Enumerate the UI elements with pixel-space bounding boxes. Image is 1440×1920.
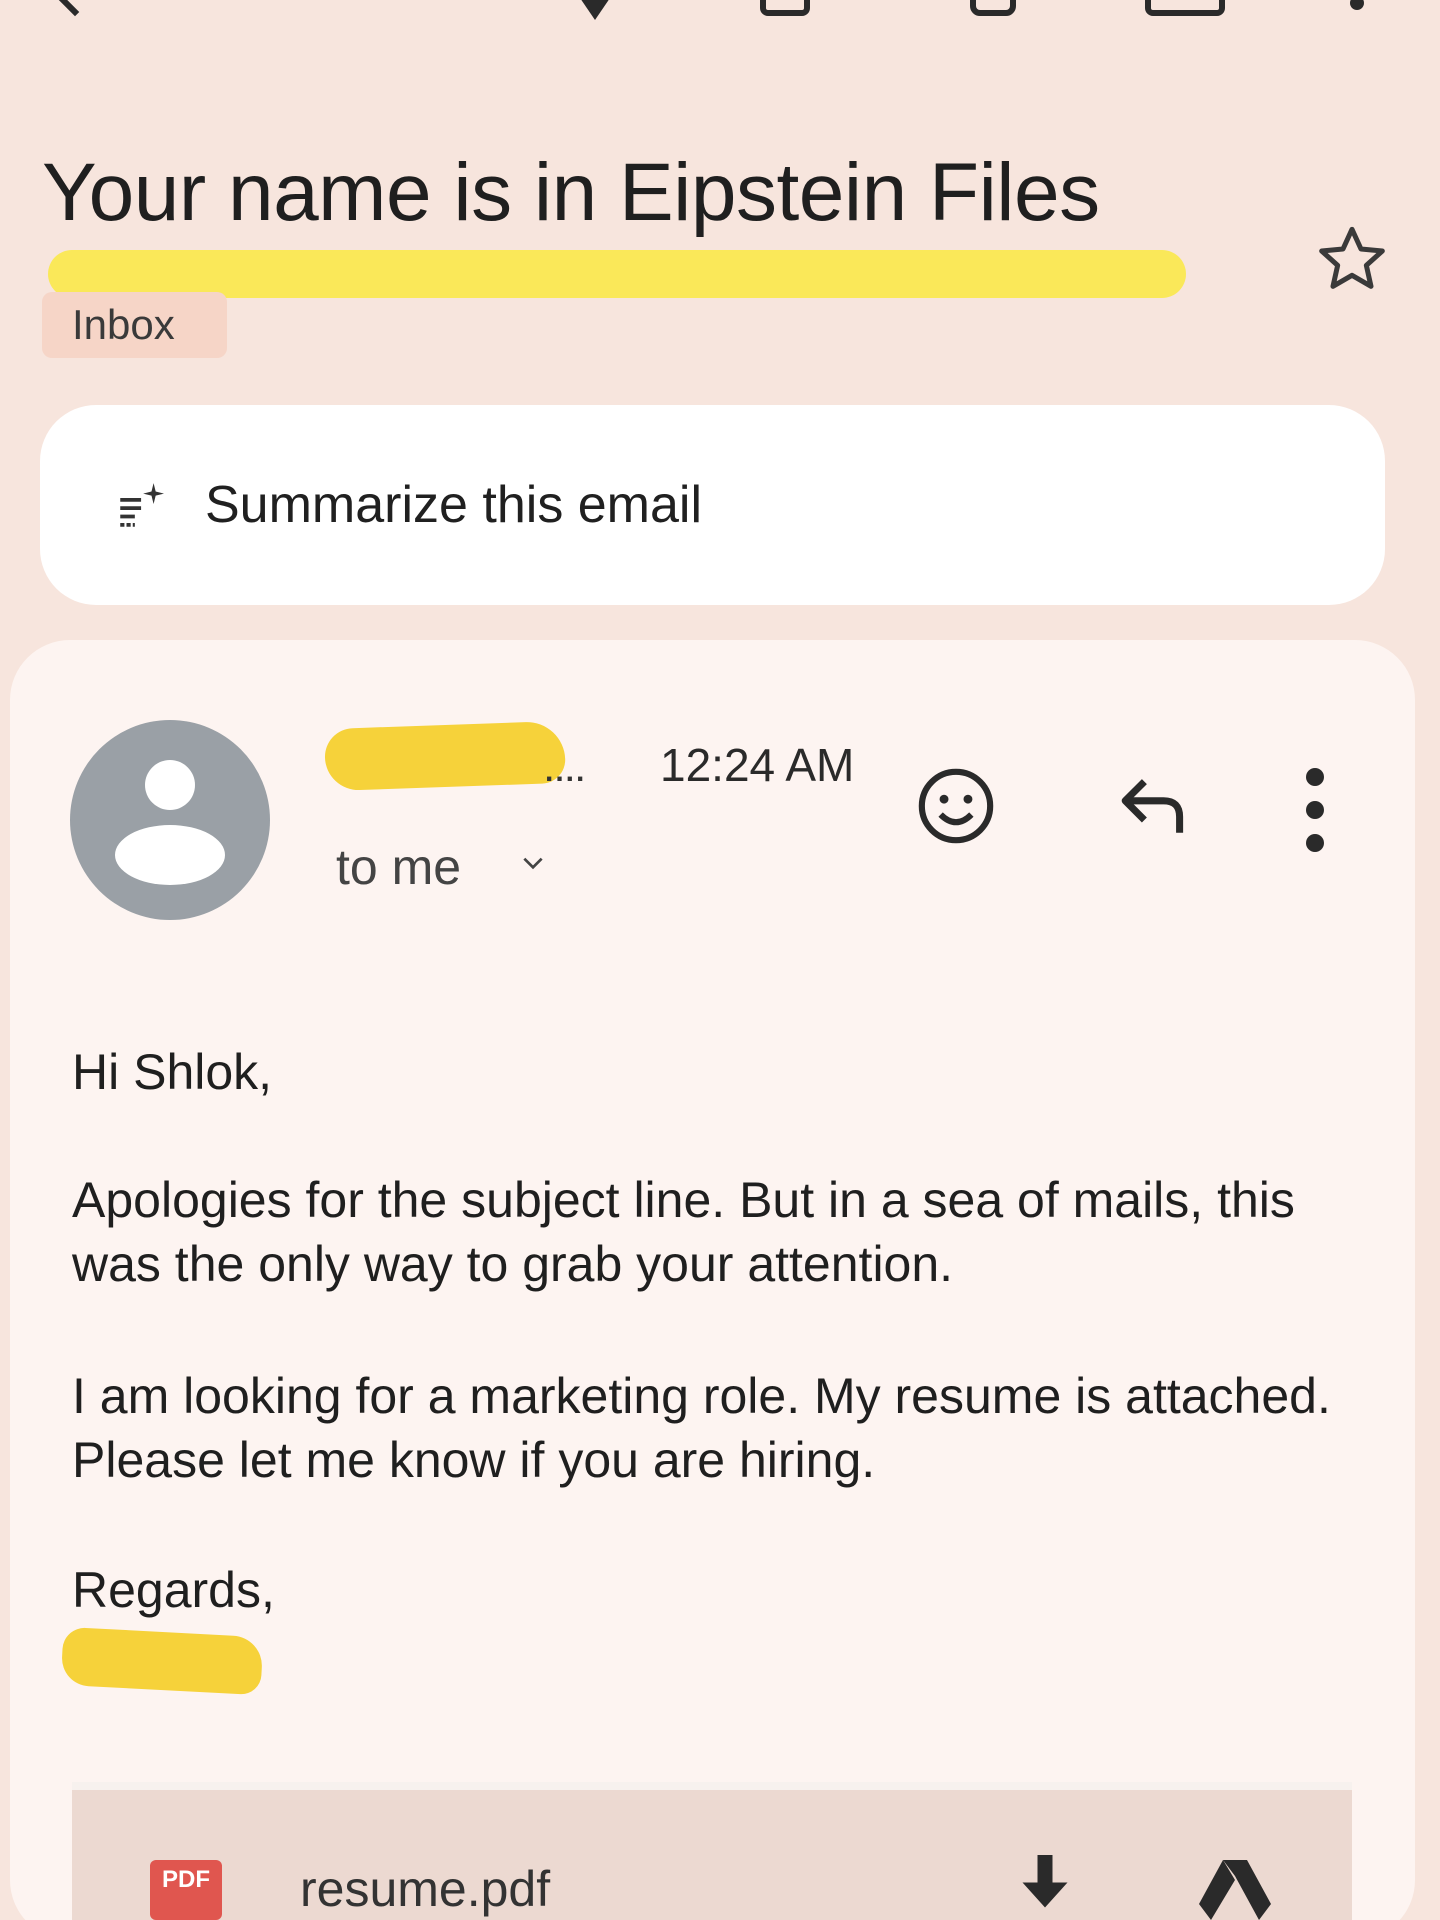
avatar-body — [115, 825, 225, 885]
download-icon[interactable] — [1020, 1855, 1070, 1915]
recipient-label[interactable]: to me — [336, 838, 461, 896]
attachment-card[interactable] — [72, 1782, 1352, 1920]
avatar-head — [145, 760, 195, 810]
inbox-label[interactable]: Inbox — [42, 292, 227, 358]
move-to-icon[interactable] — [580, 0, 610, 20]
sender-name-suffix: .... — [545, 755, 587, 788]
mark-unread-icon[interactable] — [1145, 0, 1225, 16]
email-paragraph-1: Apologies for the subject line. But in a… — [72, 1172, 1295, 1292]
back-icon[interactable] — [53, 0, 97, 17]
more-vert-icon[interactable] — [1300, 765, 1330, 855]
more-vert-icon[interactable] — [1350, 0, 1364, 10]
chevron-down-icon[interactable] — [520, 850, 546, 876]
subject-highlight — [48, 250, 1186, 298]
signature-redaction — [60, 1626, 264, 1696]
star-icon[interactable] — [1312, 220, 1392, 300]
sender-name-redaction — [323, 720, 567, 792]
attachment-filename[interactable]: resume.pdf — [300, 1860, 550, 1918]
top-toolbar — [0, 0, 1440, 30]
avatar[interactable] — [70, 720, 270, 920]
summarize-button[interactable]: Summarize this email — [40, 405, 1385, 605]
pdf-icon: PDF — [150, 1860, 222, 1920]
email-greeting: Hi Shlok, — [72, 1044, 273, 1100]
summarize-label: Summarize this email — [205, 476, 703, 534]
email-closing: Regards, — [72, 1562, 275, 1618]
email-time: 12:24 AM — [660, 739, 855, 791]
archive-icon[interactable] — [760, 0, 810, 16]
email-paragraph-2: I am looking for a marketing role. My re… — [72, 1368, 1331, 1488]
emoji-reaction-icon[interactable] — [915, 765, 997, 847]
drive-icon[interactable] — [1195, 1855, 1275, 1920]
email-subject: Your name is in Eipstein Files — [42, 147, 1100, 238]
sparkle-list-icon — [120, 483, 164, 527]
reply-icon[interactable] — [1115, 772, 1193, 836]
delete-icon[interactable] — [970, 0, 1016, 16]
